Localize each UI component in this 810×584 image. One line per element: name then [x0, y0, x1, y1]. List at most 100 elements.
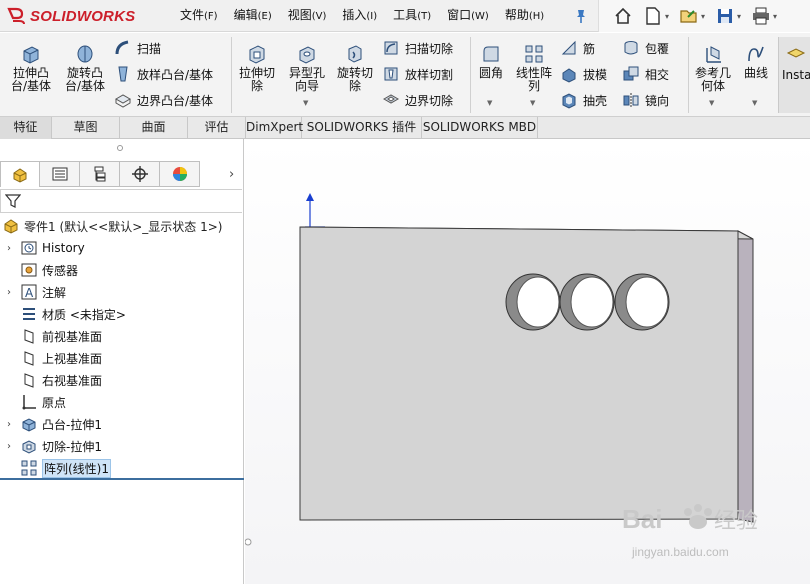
watermark-url: jingyan.baidu.com	[632, 545, 729, 559]
tree-filter-bar[interactable]	[0, 189, 242, 213]
chevron-down-icon[interactable]: ▼	[487, 97, 492, 110]
menu-item-accelerator: (V)	[311, 11, 327, 22]
menu-item[interactable]: 编辑(E)	[226, 0, 280, 33]
lofted-cut-label: 放样切割	[405, 67, 454, 82]
tree-item[interactable]: › 凸台-拉伸1	[0, 414, 102, 434]
menu-item[interactable]: 帮助(H)	[497, 0, 552, 33]
chevron-down-icon[interactable]: ▾	[665, 12, 669, 21]
chevron-down-icon[interactable]: ▼	[752, 97, 757, 110]
swept-cut-label: 扫描切除	[405, 41, 454, 56]
swept-cut-button[interactable]: 扫描切除	[382, 37, 453, 59]
menu-item-accelerator: (I)	[366, 11, 378, 22]
draft-button[interactable]: 拔模	[560, 63, 607, 85]
tab-propertymanager[interactable]	[40, 161, 80, 187]
menu-item-label: 窗口	[447, 8, 472, 22]
open-button[interactable]: ▾	[679, 6, 705, 26]
menu-item[interactable]: 窗口(W)	[439, 0, 497, 33]
tree-item[interactable]: › A 注解	[0, 282, 66, 302]
menu-item[interactable]: 插入(I)	[334, 0, 385, 33]
revolve-boss-icon	[77, 45, 93, 63]
hole-wizard-button[interactable]: 异型孔 向导 ▼	[284, 43, 330, 107]
cut-extrude-icon	[22, 440, 36, 454]
save-button[interactable]: ▾	[715, 6, 741, 26]
tree-item[interactable]: 传感器	[0, 260, 78, 280]
new-document-button[interactable]: ▾	[643, 6, 669, 26]
tree-item-label: 右视基准面	[42, 373, 103, 388]
extrude-cut-icon	[249, 45, 265, 64]
hole[interactable]	[505, 273, 561, 331]
hole[interactable]	[559, 273, 615, 331]
chevron-right-icon[interactable]: ›	[0, 441, 18, 452]
lofted-cut-button[interactable]: 放样切割	[382, 63, 453, 85]
chevron-down-icon[interactable]: ▾	[701, 12, 705, 21]
chevron-down-icon[interactable]: ▼	[530, 97, 535, 110]
shell-label: 抽壳	[583, 93, 608, 108]
menu-item[interactable]: 文件(F)	[172, 0, 226, 33]
extrude-cut-button[interactable]: 拉伸切 除	[234, 43, 280, 93]
rib-button[interactable]: 筋	[560, 37, 595, 59]
solidworks-logo[interactable]: SOLIDWORKS	[6, 4, 135, 28]
tree-item[interactable]: › 切除-拉伸1	[0, 436, 102, 456]
menu-item-accelerator: (W)	[471, 11, 489, 22]
plate-side-face[interactable]	[737, 230, 754, 523]
tree-root-part[interactable]: 零件1 (默认<<默认>_显示状态 1>)	[0, 216, 222, 236]
home-button[interactable]	[613, 6, 633, 26]
chevron-right-icon[interactable]: ›	[0, 287, 18, 298]
tree-item[interactable]: 材质 <未指定>	[0, 304, 126, 324]
filter-icon[interactable]	[5, 193, 21, 209]
mirror-label: 镜向	[645, 93, 670, 108]
tab-0[interactable]: 特征	[0, 117, 52, 139]
hole[interactable]	[614, 273, 670, 331]
revolve-cut-button[interactable]: 旋转切 除	[332, 43, 378, 93]
chevron-right-icon[interactable]: ›	[0, 419, 18, 430]
chevron-down-icon[interactable]: ▼	[303, 97, 308, 110]
pane-splitter-handle[interactable]	[117, 145, 123, 151]
open-folder-icon	[680, 10, 697, 23]
reference-geometry-button[interactable]: 参考几 何体 ▼	[692, 43, 734, 107]
tree-item[interactable]: 上视基准面	[0, 348, 102, 368]
chevron-down-icon[interactable]: ▾	[737, 12, 741, 21]
tab-6[interactable]: SOLIDWORKS MBD	[422, 117, 538, 139]
intersect-button[interactable]: 相交	[622, 63, 669, 85]
sweep-button[interactable]: 扫描	[114, 37, 161, 59]
boundary-cut-button[interactable]: 边界切除	[382, 89, 453, 111]
boundary-boss-button[interactable]: 边界凸台/基体	[114, 89, 213, 111]
chevron-right-icon[interactable]: ›	[229, 167, 234, 182]
menu-item[interactable]: 视图(V)	[280, 0, 335, 33]
tree-item[interactable]: 前视基准面	[0, 326, 102, 346]
chevron-right-icon[interactable]: ›	[0, 243, 18, 254]
tree-item[interactable]: 原点	[0, 392, 66, 412]
tree-item[interactable]: 右视基准面	[0, 370, 102, 390]
plate-front-face[interactable]	[299, 226, 739, 521]
tab-1[interactable]: 草图	[52, 117, 120, 139]
instant3d-button[interactable]: Instan	[778, 37, 810, 113]
extrude-boss-button[interactable]: 拉伸凸 台/基体	[6, 43, 56, 93]
tab-5[interactable]: SOLIDWORKS 插件	[302, 117, 422, 139]
wrap-button[interactable]: 包覆	[622, 37, 669, 59]
mirror-button[interactable]: 镜向	[622, 89, 669, 111]
tab-dimxpertmanager[interactable]	[120, 161, 160, 187]
fillet-button[interactable]: 圆角 ▼	[474, 43, 508, 107]
pin-icon[interactable]	[572, 7, 590, 25]
tab-4[interactable]: DimXpert	[246, 117, 303, 139]
tree-item[interactable]: › History	[0, 238, 85, 258]
loft-boss-button[interactable]: 放样凸台/基体	[114, 63, 213, 85]
tab-featuremanager[interactable]	[0, 161, 40, 187]
tab-displaymanager[interactable]	[160, 161, 200, 187]
tab-configurationmanager[interactable]	[80, 161, 120, 187]
chevron-down-icon[interactable]: ▾	[773, 12, 777, 21]
linear-pattern-button[interactable]: 线性阵 列 ▼	[512, 43, 556, 107]
menu-item[interactable]: 工具(T)	[385, 0, 439, 33]
hole-wizard-label: 异型孔 向导	[288, 66, 325, 93]
menu-item-label: 插入	[342, 8, 367, 22]
chevron-down-icon[interactable]: ▼	[709, 97, 714, 110]
shell-button[interactable]: 抽壳	[560, 89, 607, 111]
tab-2[interactable]: 曲面	[120, 117, 188, 139]
tree-item-label: History	[42, 241, 85, 255]
print-button[interactable]: ▾	[751, 6, 777, 26]
tree-item[interactable]: 阵列(线性)1	[0, 458, 111, 478]
revolve-boss-button[interactable]: 旋转凸 台/基体	[60, 43, 110, 93]
curves-button[interactable]: 曲线 ▼	[738, 43, 774, 107]
tab-3[interactable]: 评估	[188, 117, 246, 139]
viewport-edge-handle[interactable]	[244, 538, 252, 546]
